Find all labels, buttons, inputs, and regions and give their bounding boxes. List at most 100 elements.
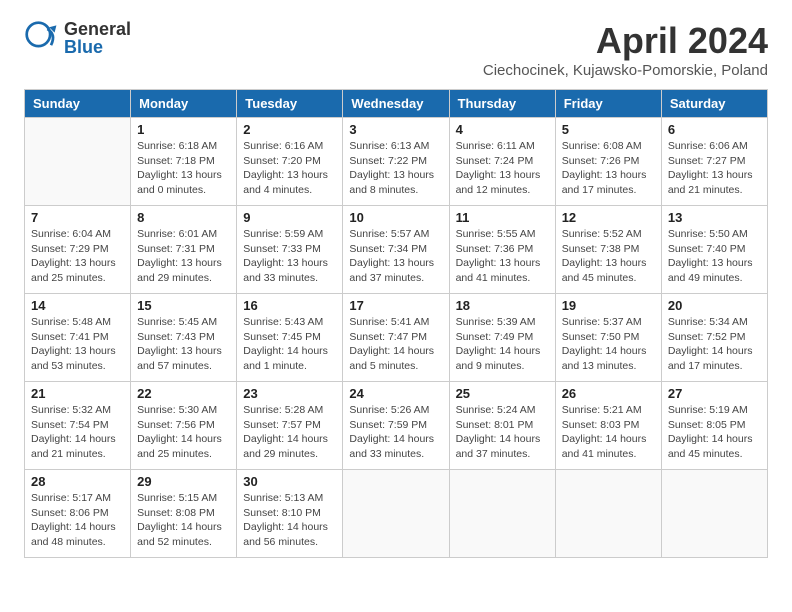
day-info: Sunrise: 5:43 AM Sunset: 7:45 PM Dayligh…	[243, 315, 336, 374]
day-number: 12	[562, 210, 655, 225]
day-number: 21	[31, 386, 124, 401]
day-number: 16	[243, 298, 336, 313]
col-saturday: Saturday	[661, 90, 767, 118]
day-number: 19	[562, 298, 655, 313]
day-info: Sunrise: 6:08 AM Sunset: 7:26 PM Dayligh…	[562, 139, 655, 198]
day-number: 7	[31, 210, 124, 225]
col-sunday: Sunday	[25, 90, 131, 118]
day-number: 3	[349, 122, 442, 137]
col-tuesday: Tuesday	[237, 90, 343, 118]
logo-general-text: General	[64, 20, 131, 38]
day-info: Sunrise: 5:32 AM Sunset: 7:54 PM Dayligh…	[31, 403, 124, 462]
page-container: General Blue April 2024 Ciechocinek, Kuj…	[0, 0, 792, 578]
day-number: 10	[349, 210, 442, 225]
day-number: 13	[668, 210, 761, 225]
calendar-week-3: 21 Sunrise: 5:32 AM Sunset: 7:54 PM Dayli…	[25, 382, 768, 470]
day-info: Sunrise: 5:52 AM Sunset: 7:38 PM Dayligh…	[562, 227, 655, 286]
logo-icon	[24, 20, 60, 56]
table-row: 30 Sunrise: 5:13 AM Sunset: 8:10 PM Dayli…	[237, 470, 343, 558]
table-row: 23 Sunrise: 5:28 AM Sunset: 7:57 PM Dayli…	[237, 382, 343, 470]
day-info: Sunrise: 6:16 AM Sunset: 7:20 PM Dayligh…	[243, 139, 336, 198]
location-title: Ciechocinek, Kujawsko-Pomorskie, Poland	[483, 62, 768, 79]
day-info: Sunrise: 5:55 AM Sunset: 7:36 PM Dayligh…	[456, 227, 549, 286]
table-row: 18 Sunrise: 5:39 AM Sunset: 7:49 PM Dayli…	[449, 294, 555, 382]
day-info: Sunrise: 5:57 AM Sunset: 7:34 PM Dayligh…	[349, 227, 442, 286]
table-row: 15 Sunrise: 5:45 AM Sunset: 7:43 PM Dayli…	[131, 294, 237, 382]
day-info: Sunrise: 6:04 AM Sunset: 7:29 PM Dayligh…	[31, 227, 124, 286]
day-info: Sunrise: 5:26 AM Sunset: 7:59 PM Dayligh…	[349, 403, 442, 462]
day-info: Sunrise: 5:28 AM Sunset: 7:57 PM Dayligh…	[243, 403, 336, 462]
day-number: 22	[137, 386, 230, 401]
day-number: 30	[243, 474, 336, 489]
table-row	[661, 470, 767, 558]
table-row: 25Sunrise: 5:24 AM Sunset: 8:01 PM Dayli…	[449, 382, 555, 470]
day-number: 20	[668, 298, 761, 313]
table-row: 20 Sunrise: 5:34 AM Sunset: 7:52 PM Dayli…	[661, 294, 767, 382]
day-number: 2	[243, 122, 336, 137]
col-wednesday: Wednesday	[343, 90, 449, 118]
day-info: Sunrise: 5:30 AM Sunset: 7:56 PM Dayligh…	[137, 403, 230, 462]
day-number: 4	[456, 122, 549, 137]
day-info: Sunrise: 5:19 AM Sunset: 8:05 PM Dayligh…	[668, 403, 761, 462]
table-row: 9Sunrise: 5:59 AM Sunset: 7:33 PM Daylig…	[237, 206, 343, 294]
day-number: 23	[243, 386, 336, 401]
table-row: 11 Sunrise: 5:55 AM Sunset: 7:36 PM Dayli…	[449, 206, 555, 294]
title-block: April 2024 Ciechocinek, Kujawsko-Pomorsk…	[483, 20, 768, 79]
day-info: Sunrise: 6:11 AM Sunset: 7:24 PM Dayligh…	[456, 139, 549, 198]
day-number: 14	[31, 298, 124, 313]
day-number: 11	[456, 210, 549, 225]
calendar-week-4: 28Sunrise: 5:17 AM Sunset: 8:06 PM Dayli…	[25, 470, 768, 558]
table-row: 3 Sunrise: 6:13 AM Sunset: 7:22 PM Daylig…	[343, 118, 449, 206]
day-number: 18	[456, 298, 549, 313]
table-row	[449, 470, 555, 558]
calendar-week-0: 1Sunrise: 6:18 AM Sunset: 7:18 PM Daylig…	[25, 118, 768, 206]
table-row: 19 Sunrise: 5:37 AM Sunset: 7:50 PM Dayli…	[555, 294, 661, 382]
table-row: 6 Sunrise: 6:06 AM Sunset: 7:27 PM Daylig…	[661, 118, 767, 206]
page-header: General Blue April 2024 Ciechocinek, Kuj…	[24, 20, 768, 79]
table-row: 4 Sunrise: 6:11 AM Sunset: 7:24 PM Daylig…	[449, 118, 555, 206]
calendar-week-1: 7 Sunrise: 6:04 AM Sunset: 7:29 PM Daylig…	[25, 206, 768, 294]
table-row: 22 Sunrise: 5:30 AM Sunset: 7:56 PM Dayli…	[131, 382, 237, 470]
table-row: 5 Sunrise: 6:08 AM Sunset: 7:26 PM Daylig…	[555, 118, 661, 206]
day-info: Sunrise: 6:18 AM Sunset: 7:18 PM Dayligh…	[137, 139, 230, 198]
day-number: 8	[137, 210, 230, 225]
day-info: Sunrise: 5:13 AM Sunset: 8:10 PM Dayligh…	[243, 491, 336, 550]
day-info: Sunrise: 5:41 AM Sunset: 7:47 PM Dayligh…	[349, 315, 442, 374]
day-info: Sunrise: 5:15 AM Sunset: 8:08 PM Dayligh…	[137, 491, 230, 550]
table-row: 8 Sunrise: 6:01 AM Sunset: 7:31 PM Daylig…	[131, 206, 237, 294]
table-row: 2 Sunrise: 6:16 AM Sunset: 7:20 PM Daylig…	[237, 118, 343, 206]
day-number: 26	[562, 386, 655, 401]
table-row: 28Sunrise: 5:17 AM Sunset: 8:06 PM Dayli…	[25, 470, 131, 558]
day-number: 17	[349, 298, 442, 313]
col-friday: Friday	[555, 90, 661, 118]
day-number: 29	[137, 474, 230, 489]
day-info: Sunrise: 5:34 AM Sunset: 7:52 PM Dayligh…	[668, 315, 761, 374]
table-row: 27Sunrise: 5:19 AM Sunset: 8:05 PM Dayli…	[661, 382, 767, 470]
day-info: Sunrise: 5:45 AM Sunset: 7:43 PM Dayligh…	[137, 315, 230, 374]
day-info: Sunrise: 6:06 AM Sunset: 7:27 PM Dayligh…	[668, 139, 761, 198]
table-row	[343, 470, 449, 558]
table-row	[555, 470, 661, 558]
logo-blue-text: Blue	[64, 38, 131, 56]
calendar-header-row: Sunday Monday Tuesday Wednesday Thursday…	[25, 90, 768, 118]
day-number: 15	[137, 298, 230, 313]
day-info: Sunrise: 5:59 AM Sunset: 7:33 PM Dayligh…	[243, 227, 336, 286]
day-info: Sunrise: 5:39 AM Sunset: 7:49 PM Dayligh…	[456, 315, 549, 374]
day-info: Sunrise: 6:13 AM Sunset: 7:22 PM Dayligh…	[349, 139, 442, 198]
day-info: Sunrise: 5:37 AM Sunset: 7:50 PM Dayligh…	[562, 315, 655, 374]
day-number: 24	[349, 386, 442, 401]
day-number: 25	[456, 386, 549, 401]
day-info: Sunrise: 5:48 AM Sunset: 7:41 PM Dayligh…	[31, 315, 124, 374]
table-row: 29 Sunrise: 5:15 AM Sunset: 8:08 PM Dayli…	[131, 470, 237, 558]
logo: General Blue	[24, 20, 131, 56]
month-title: April 2024	[483, 20, 768, 62]
logo-text: General Blue	[64, 20, 131, 56]
table-row: 16 Sunrise: 5:43 AM Sunset: 7:45 PM Dayli…	[237, 294, 343, 382]
table-row: 13Sunrise: 5:50 AM Sunset: 7:40 PM Dayli…	[661, 206, 767, 294]
day-number: 5	[562, 122, 655, 137]
day-number: 6	[668, 122, 761, 137]
table-row: 12 Sunrise: 5:52 AM Sunset: 7:38 PM Dayli…	[555, 206, 661, 294]
table-row: 21 Sunrise: 5:32 AM Sunset: 7:54 PM Dayli…	[25, 382, 131, 470]
table-row: 7 Sunrise: 6:04 AM Sunset: 7:29 PM Daylig…	[25, 206, 131, 294]
day-info: Sunrise: 6:01 AM Sunset: 7:31 PM Dayligh…	[137, 227, 230, 286]
